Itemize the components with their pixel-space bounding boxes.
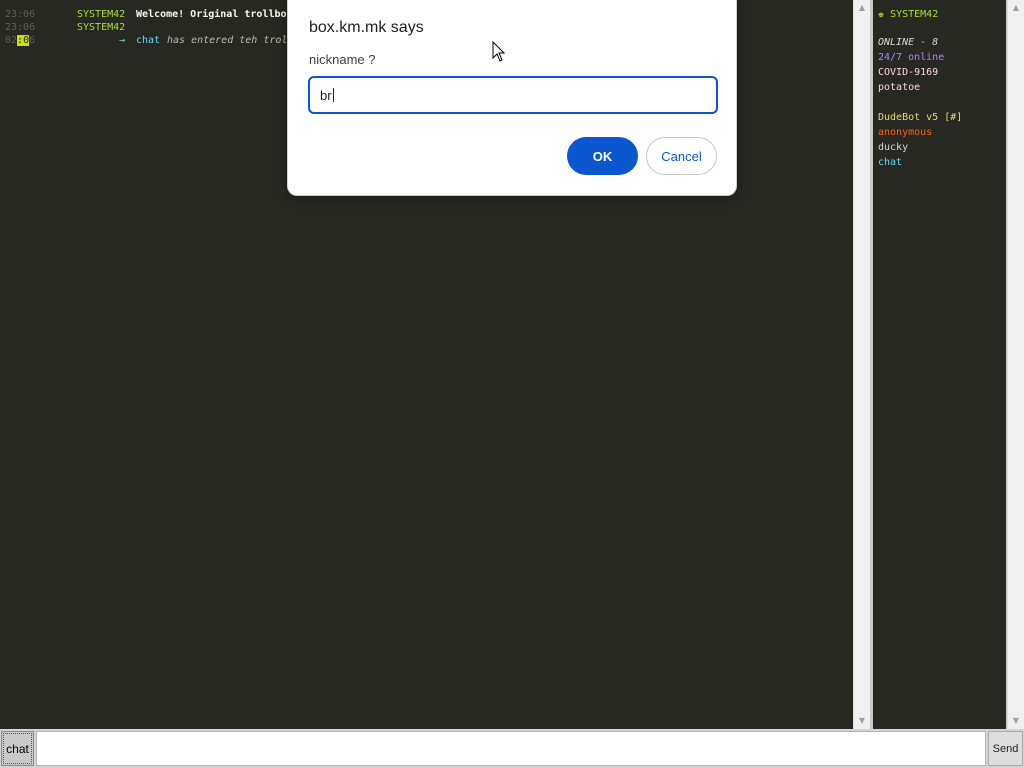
crown-icon: ♚ <box>878 9 885 20</box>
user-name: SYSTEM42 <box>890 9 939 20</box>
message-timestamp: 23:06 <box>5 9 36 20</box>
chat-scrollbar[interactable]: ▲ ▼ <box>853 0 870 729</box>
user-list-item[interactable]: COVID-9169 <box>878 66 938 79</box>
online-count: ONLINE - 8 <box>878 37 939 48</box>
message-nick[interactable]: SYSTEM42 <box>77 8 125 21</box>
message-nick[interactable]: chat <box>136 34 160 47</box>
message-text: Welcome! Original trollbo <box>136 9 287 20</box>
message-input[interactable] <box>36 731 986 766</box>
prompt-dialog: box.km.mk says nickname ? br OK Cancel <box>287 0 737 196</box>
send-button[interactable]: Send <box>988 731 1023 766</box>
scroll-up-icon[interactable]: ▲ <box>1008 0 1024 16</box>
dialog-title: box.km.mk says <box>309 19 424 36</box>
scroll-down-icon[interactable]: ▼ <box>854 713 870 729</box>
message-text: has entered teh trol <box>167 35 288 46</box>
join-arrow-icon: → <box>119 35 126 46</box>
user-list-scrollbar[interactable]: ▲ ▼ <box>1007 0 1024 729</box>
user-list-item[interactable]: ♚ SYSTEM42 <box>878 8 938 21</box>
message-bar: chat Send <box>0 729 1024 768</box>
user-list: ♚ SYSTEM42 ONLINE - 8 24/7 online COVID-… <box>873 0 1006 729</box>
message-timestamp: 02:06 <box>5 35 36 46</box>
nickname-button[interactable]: chat <box>1 731 34 766</box>
scroll-down-icon[interactable]: ▼ <box>1008 713 1024 729</box>
user-list-item[interactable]: 24/7 online <box>878 51 944 64</box>
message-timestamp: 23:06 <box>5 22 36 33</box>
dialog-message: nickname ? <box>309 52 376 67</box>
user-list-item[interactable]: chat <box>878 156 902 169</box>
nickname-input[interactable]: br <box>308 76 718 114</box>
user-list-item[interactable]: ducky <box>878 141 908 154</box>
text-caret <box>332 88 334 102</box>
user-list-item[interactable]: DudeBot v5 [#] <box>878 111 962 124</box>
mouse-pointer-icon <box>492 41 506 62</box>
ok-button[interactable]: OK <box>567 137 638 175</box>
scroll-up-icon[interactable]: ▲ <box>854 0 870 16</box>
nickname-input-value: br <box>320 87 332 103</box>
user-list-item[interactable]: anonymous <box>878 126 932 139</box>
message-nick[interactable]: SYSTEM42 <box>77 21 125 34</box>
user-list-item[interactable]: potatoe <box>878 81 920 94</box>
cancel-button[interactable]: Cancel <box>646 137 717 175</box>
